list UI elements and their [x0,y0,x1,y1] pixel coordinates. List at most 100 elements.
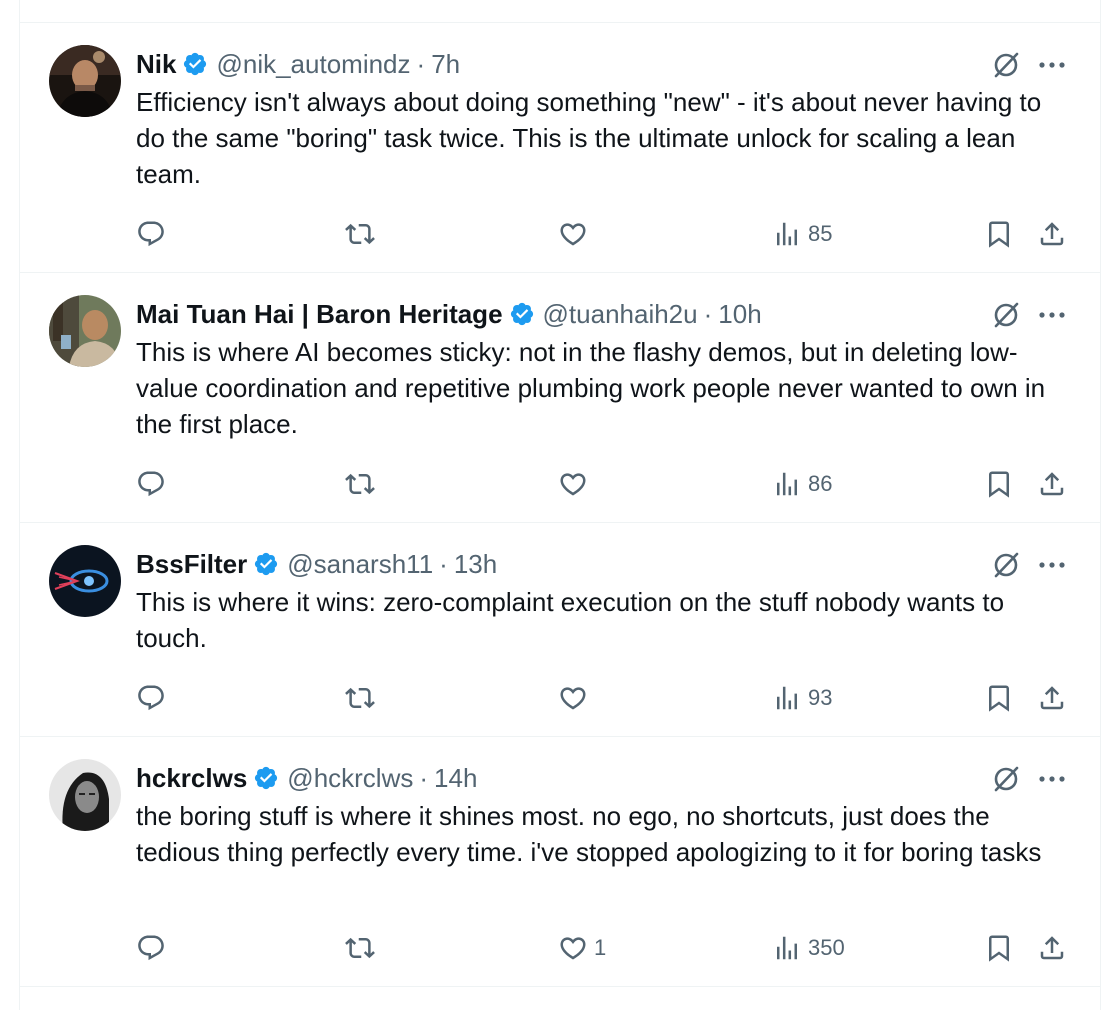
display-name[interactable]: BssFilter [136,548,247,580]
share-icon [1040,472,1064,496]
tweet-text: Efficiency isn't always about doing some… [136,87,1042,189]
avatar[interactable] [49,545,121,617]
more-icon[interactable] [1038,555,1066,575]
tweet[interactable]: Nik @nik_automindz · 7h Efficiency isn't… [20,22,1100,273]
share-icon [1040,686,1064,710]
grok-icon[interactable] [991,300,1021,330]
verified-badge-icon [509,301,535,327]
grok-icon[interactable] [991,764,1021,794]
bookmark-button[interactable] [984,681,1014,715]
share-icon [1040,222,1064,246]
views-count: 86 [808,471,833,496]
like-button[interactable] [558,217,594,251]
views-button[interactable]: 85 [772,217,832,251]
bookmark-button[interactable] [984,467,1014,501]
bookmark-icon [989,935,1009,962]
reply-button[interactable] [136,681,166,715]
verified-badge-icon [182,51,208,77]
views-count: 350 [808,935,845,960]
tweet-text: the boring stuff is where it shines most… [136,801,1042,867]
verified-badge-icon [253,765,279,791]
like-button[interactable]: 1 [558,931,606,965]
tweet-text: This is where it wins: zero-complaint ex… [136,587,1005,653]
share-button[interactable] [1037,217,1067,251]
heart-icon [560,687,586,710]
repost-button[interactable] [345,217,375,251]
handle[interactable]: @hckrclws [287,762,413,794]
timestamp[interactable]: 10h [718,298,761,330]
tweet-header: Nik @nik_automindz · 7h [136,48,460,80]
display-name[interactable]: Nik [136,48,176,80]
repost-icon [345,473,375,495]
timestamp[interactable]: 13h [454,548,497,580]
separator-dot: · [703,299,713,329]
views-icon [777,222,797,246]
timeline: Nik @nik_automindz · 7h Efficiency isn't… [19,0,1101,1010]
avatar[interactable] [49,295,121,367]
avatar[interactable] [49,759,121,831]
tweet-header: Mai Tuan Hai | Baron Heritage @tuanhaih2… [136,298,762,330]
tweet[interactable]: hckrclws @hckrclws · 14h the boring stuf… [20,736,1100,987]
bookmark-icon [989,471,1009,498]
tweet-header: hckrclws @hckrclws · 14h [136,762,477,794]
more-icon[interactable] [1038,305,1066,325]
views-icon [777,686,797,710]
views-count: 85 [808,221,833,246]
share-button[interactable] [1037,467,1067,501]
timestamp[interactable]: 7h [431,48,460,80]
share-button[interactable] [1037,681,1067,715]
reply-icon [138,471,164,497]
share-button[interactable] [1037,931,1067,965]
repost-button[interactable] [345,467,375,501]
action-bar: 85 [20,217,1100,251]
views-button[interactable]: 350 [772,931,845,965]
views-button[interactable]: 93 [772,681,832,715]
heart-icon [560,473,586,496]
handle[interactable]: @tuanhaih2u [543,298,698,330]
reply-icon [138,935,164,961]
repost-icon [345,687,375,709]
tweet-text: This is where AI becomes sticky: not in … [136,337,1046,439]
repost-icon [345,223,375,245]
handle[interactable]: @nik_automindz [216,48,410,80]
reply-button[interactable] [136,931,166,965]
bookmark-icon [989,685,1009,712]
action-bar: 1 350 [20,931,1100,965]
more-icon[interactable] [1038,769,1066,789]
bookmark-icon [989,221,1009,248]
heart-icon [560,223,586,246]
reply-icon [138,221,164,247]
tweet[interactable]: BssFilter @sanarsh11 · 13h This is where… [20,522,1100,737]
like-count: 1 [594,935,607,960]
grok-icon[interactable] [991,550,1021,580]
separator-dot: · [419,763,429,793]
separator-dot: · [416,49,426,79]
reply-button[interactable] [136,217,166,251]
repost-button[interactable] [345,931,375,965]
repost-button[interactable] [345,681,375,715]
handle[interactable]: @sanarsh11 [287,548,433,580]
tweet-header: BssFilter @sanarsh11 · 13h [136,548,497,580]
verified-badge-icon [253,551,279,577]
reply-button[interactable] [136,467,166,501]
like-button[interactable] [558,681,594,715]
views-icon [777,472,797,496]
like-button[interactable] [558,467,594,501]
action-bar: 93 [20,681,1100,715]
views-count: 93 [808,685,833,710]
avatar[interactable] [49,45,121,117]
bookmark-button[interactable] [984,217,1014,251]
share-icon [1040,936,1064,960]
more-icon[interactable] [1038,55,1066,75]
grok-icon[interactable] [991,50,1021,80]
heart-icon [560,937,586,960]
tweet[interactable]: Mai Tuan Hai | Baron Heritage @tuanhaih2… [20,272,1100,523]
action-bar: 86 [20,467,1100,501]
separator-dot: · [439,549,448,579]
views-button[interactable]: 86 [772,467,832,501]
display-name[interactable]: Mai Tuan Hai | Baron Heritage [136,298,503,330]
bookmark-button[interactable] [984,931,1014,965]
reply-icon [138,685,164,711]
display-name[interactable]: hckrclws [136,762,247,794]
timestamp[interactable]: 14h [434,762,477,794]
